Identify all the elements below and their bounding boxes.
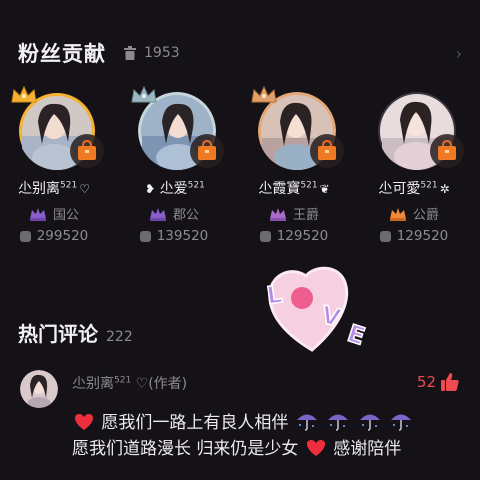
comment-avatar[interactable]	[20, 370, 58, 408]
chevron-right-icon[interactable]: ›	[456, 44, 462, 63]
fans-section-title: 粉丝贡献	[18, 42, 106, 66]
rank-icon	[389, 207, 406, 221]
handbag-icon	[70, 134, 104, 168]
rank-icon	[269, 207, 286, 221]
handbag-icon	[190, 134, 224, 168]
comments-section-header: 热门评论 222	[18, 318, 133, 347]
rank-icon	[29, 207, 46, 221]
trash-icon	[124, 46, 136, 60]
like-button[interactable]: 52	[417, 372, 460, 392]
crown-icon	[251, 85, 277, 103]
coin-icon	[259, 230, 271, 242]
red-heart-icon	[75, 414, 93, 430]
fan-score: 299520	[4, 228, 104, 244]
fan-card[interactable]: 尐霞寶521 ❦ 王爵 129520	[244, 85, 344, 250]
comment-line: 愿我们道路漫长 归来仍是少女 感谢陪伴	[72, 439, 402, 459]
umbrella-icon	[391, 414, 412, 431]
fan-score: 129520	[364, 228, 464, 244]
fans-section-header[interactable]: 粉丝贡献 1953 ›	[18, 38, 470, 68]
fan-name[interactable]: ❥ 尐爱521	[124, 178, 224, 198]
coin-icon	[139, 230, 151, 242]
fan-name[interactable]: 尐别离521 ♡	[4, 178, 104, 198]
rank-badge: 王爵	[244, 204, 344, 223]
fans-count: 1953	[144, 45, 180, 61]
fan-card[interactable]: ❥ 尐爱521 郡公 139520	[124, 85, 224, 250]
fan-card[interactable]: 尐别离521 ♡ 国公 299520	[4, 85, 104, 250]
like-count: 52	[416, 373, 436, 391]
fan-name[interactable]: 尐霞寶521 ❦	[244, 178, 344, 198]
svg-text:E: E	[344, 319, 368, 351]
comment-line: 愿我们一路上有良人相伴	[72, 410, 472, 436]
umbrella-icon	[296, 414, 317, 431]
rank-icon	[149, 207, 166, 221]
crown-icon	[131, 85, 157, 103]
coin-icon	[379, 230, 391, 242]
comments-count: 222	[106, 329, 133, 345]
handbag-icon	[310, 134, 344, 168]
fan-score: 139520	[124, 228, 224, 244]
umbrella-icon	[359, 414, 380, 431]
love-heart-sticker: L V E	[264, 266, 369, 352]
handbag-icon	[430, 134, 464, 168]
red-heart-icon	[306, 440, 325, 456]
comment-text: 愿我们一路上有良人相伴 愿我们道路漫长 归来仍是少女 感谢陪伴	[72, 410, 472, 462]
umbrella-icon	[328, 414, 349, 431]
rank-badge: 国公	[4, 204, 104, 223]
rank-badge: 郡公	[124, 204, 224, 223]
fan-card[interactable]: 尐可愛521 ✲ 公爵 129520	[364, 90, 464, 250]
rank-badge: 公爵	[364, 204, 464, 223]
coin-icon	[19, 230, 31, 242]
thumbs-up-icon	[441, 373, 459, 391]
comment-author[interactable]: 尐别离521 ♡(作者)	[72, 373, 187, 393]
comments-title: 热门评论	[18, 322, 98, 346]
crown-icon	[11, 85, 37, 103]
fan-score: 129520	[244, 228, 344, 244]
fan-name[interactable]: 尐可愛521 ✲	[364, 178, 464, 198]
